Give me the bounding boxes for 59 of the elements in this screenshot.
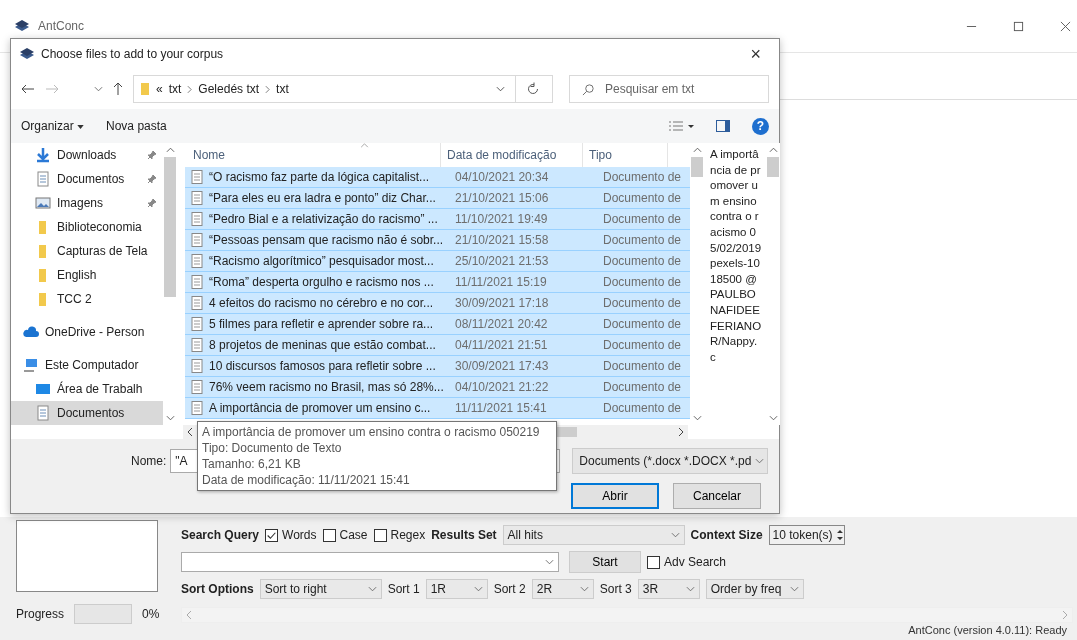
context-size-label: Context Size (690, 528, 763, 542)
file-row[interactable]: 10 discursos famosos para refletir sobre ... 30/09/2021 17:43 Documento de (185, 356, 690, 377)
preview-text: A importância de promover um ensino contra o racismo 05/02/2019 pexels-1018500 @PAULBONAFIDEEFERIANOR/Nappy.c (710, 148, 762, 363)
checkbox-label: Case (339, 528, 368, 542)
open-button[interactable]: Abrir (571, 483, 659, 509)
address-bar[interactable]: « txt Geledés txt txt (133, 75, 553, 103)
file-row[interactable]: 5 filmes para refletir e aprender sobre ra... 08/11/2021 20:42 Documento de (185, 314, 690, 335)
sort-label: Sort 3 (599, 582, 632, 596)
file-row[interactable]: “Roma” desperta orgulho e racismo nos ... 11/11/2021 15:19 Documento de (185, 272, 690, 293)
progress-reading: 0% (142, 607, 160, 621)
nav-item[interactable]: TCC 2 (11, 287, 163, 311)
help-button[interactable]: ? (752, 117, 769, 135)
file-row[interactable]: 76% veem racismo no Brasil, mas só 28%... 04/10/2021 21:22 Documento de (185, 377, 690, 398)
results-set-dropdown[interactable]: All hits (502, 525, 685, 545)
dialog-title: Choose files to add to your corpus (41, 47, 224, 61)
sort-dropdown[interactable]: 1R (425, 579, 488, 599)
sort-options-label: Sort Options (181, 582, 254, 596)
close-button[interactable]: × (740, 43, 771, 65)
sort-label: Sort 2 (493, 582, 526, 596)
nav-item[interactable]: English (11, 263, 163, 287)
file-row[interactable]: “Pessoas pensam que racismo não é sobr... 21/10/2021 15:58 Documento de (185, 230, 690, 251)
window-title: AntConc (38, 19, 85, 33)
nav-item[interactable]: Capturas de Tela (11, 239, 163, 263)
search-field[interactable]: Pesquisar em txt (569, 75, 769, 103)
nav-item[interactable]: Área de Trabalh (11, 377, 163, 401)
search-query-label: Search Query (181, 528, 260, 542)
nav-item[interactable]: Este Computador (11, 353, 163, 377)
sort-label: Sort 1 (387, 582, 420, 596)
nav-item[interactable]: Documentos (11, 401, 163, 425)
file-row[interactable]: “Para eles eu era ladra e ponto” diz Char... 21/10/2021 15:06 Documento de (185, 188, 690, 209)
file-row[interactable]: “Pedro Bial e a relativização do racismo” ... 11/10/2021 19:49 Documento de (185, 209, 690, 230)
file-row[interactable]: 8 projetos de meninas que estão combat... 04/11/2021 21:51 Documento de (185, 335, 690, 356)
progress-label: Progress (16, 607, 65, 621)
sort-dropdown[interactable]: 3R (637, 579, 700, 599)
nav-item[interactable]: OneDrive - Person (11, 320, 163, 344)
file-row[interactable]: “Racismo algorítmico” pesquisador most... 25/10/2021 21:53 Documento de (185, 251, 690, 272)
file-row[interactable]: A importância de promover um ensino c... 11/11/2021 15:41 Documento de (185, 398, 690, 419)
checkbox-label: Regex (390, 528, 426, 542)
start-button[interactable]: Start (569, 551, 641, 573)
order-dropdown[interactable]: Order by freq (705, 579, 804, 599)
status-text: AntConc (version 4.0.11): Ready (908, 624, 1067, 638)
file-type-dropdown[interactable]: Documents (*.docx *.DOCX *.pd (572, 448, 769, 474)
nav-item[interactable]: Documentos (11, 167, 163, 191)
nav-item[interactable]: Imagens (11, 191, 163, 215)
checkbox-label: Adv Search (664, 555, 727, 569)
context-size-spinner[interactable]: 10 token(s) (768, 525, 845, 545)
file-row[interactable]: “O racismo faz parte da lógica capitalist... 04/10/2021 20:34 Documento de (185, 167, 690, 188)
tooltip: A importância de promover um ensino contra o racismo 050219 Tipo: Documento de Texto Tamanho: 6,21 KB Data de modificação: 11/11/2021 15:41 (197, 421, 557, 491)
sort-dropdown[interactable]: 2R (531, 579, 594, 599)
nav-item[interactable]: Biblioteconomia (11, 215, 163, 239)
sort-dropdown[interactable]: Sort to right (259, 579, 382, 599)
file-row[interactable]: 4 efeitos do racismo no cérebro e no cor... 30/09/2021 17:18 Documento de (185, 293, 690, 314)
file-name-label: Nome: (131, 454, 167, 468)
cancel-button[interactable]: Cancelar (673, 483, 761, 509)
new-folder-button[interactable]: Nova pasta (106, 119, 167, 133)
checkbox-label: Words (282, 528, 317, 542)
results-set-label: Results Set (431, 528, 497, 542)
organize-menu[interactable]: Organizar (21, 119, 85, 133)
nav-item[interactable]: Downloads (11, 143, 163, 167)
